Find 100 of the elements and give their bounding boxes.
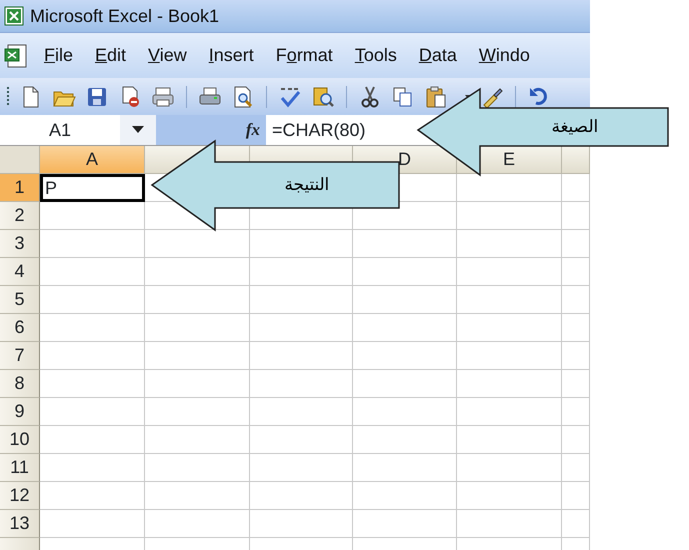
cell[interactable] — [457, 258, 562, 286]
row-header[interactable]: 8 — [0, 370, 40, 398]
row-header[interactable]: 7 — [0, 342, 40, 370]
cell[interactable] — [562, 370, 590, 398]
cell[interactable] — [562, 482, 590, 510]
cell[interactable] — [457, 510, 562, 538]
cell[interactable] — [250, 230, 353, 258]
cell[interactable] — [562, 342, 590, 370]
cell[interactable] — [40, 258, 145, 286]
row-header[interactable]: 9 — [0, 398, 40, 426]
cell[interactable] — [353, 314, 457, 342]
cell[interactable] — [353, 510, 457, 538]
cell[interactable] — [40, 370, 145, 398]
menu-item[interactable]: Data — [408, 42, 469, 69]
cell[interactable] — [562, 230, 590, 258]
cell[interactable] — [40, 286, 145, 314]
cell[interactable] — [145, 342, 250, 370]
cell[interactable] — [562, 398, 590, 426]
cell[interactable] — [40, 482, 145, 510]
cell[interactable] — [250, 314, 353, 342]
cell[interactable] — [353, 482, 457, 510]
cell[interactable] — [457, 370, 562, 398]
cell[interactable] — [457, 426, 562, 454]
select-all-button[interactable] — [0, 146, 40, 174]
book-search-icon[interactable] — [311, 84, 335, 108]
cell[interactable] — [145, 286, 250, 314]
cell[interactable] — [353, 286, 457, 314]
cell[interactable] — [145, 398, 250, 426]
cell[interactable] — [353, 398, 457, 426]
cell[interactable] — [250, 510, 353, 538]
cell[interactable] — [457, 482, 562, 510]
name-box[interactable]: A1 — [0, 115, 120, 145]
cell[interactable] — [145, 370, 250, 398]
cell[interactable] — [353, 342, 457, 370]
cell[interactable] — [562, 174, 590, 202]
row-header[interactable]: 13 — [0, 510, 40, 538]
cell[interactable] — [562, 202, 590, 230]
cell[interactable] — [40, 314, 145, 342]
cell[interactable] — [145, 510, 250, 538]
dropdown-icon[interactable] — [132, 126, 144, 134]
cell[interactable] — [457, 202, 562, 230]
row-header[interactable]: 6 — [0, 314, 40, 342]
cell[interactable] — [40, 342, 145, 370]
row-header[interactable]: 2 — [0, 202, 40, 230]
menu-item[interactable]: View — [138, 42, 199, 69]
cell[interactable] — [40, 426, 145, 454]
cell[interactable] — [562, 426, 590, 454]
cell[interactable] — [457, 342, 562, 370]
row-header[interactable]: 4 — [0, 258, 40, 286]
menu-item[interactable]: Tools — [344, 42, 409, 69]
cell[interactable] — [250, 398, 353, 426]
menu-item[interactable]: Insert — [198, 42, 266, 69]
cell[interactable] — [457, 398, 562, 426]
cell[interactable] — [353, 230, 457, 258]
cell[interactable] — [250, 426, 353, 454]
insert-function-button[interactable]: fx — [246, 117, 260, 143]
cell[interactable] — [250, 454, 353, 482]
row-header[interactable]: 3 — [0, 230, 40, 258]
formula-field[interactable]: =CHAR(80) — [266, 115, 366, 145]
printer-icon[interactable] — [151, 84, 175, 108]
cell[interactable] — [457, 286, 562, 314]
cell[interactable] — [145, 426, 250, 454]
row-header[interactable]: 10 — [0, 426, 40, 454]
row-header[interactable]: 5 — [0, 286, 40, 314]
cell[interactable] — [562, 510, 590, 538]
cell[interactable] — [40, 230, 145, 258]
cell[interactable] — [145, 482, 250, 510]
cell[interactable] — [457, 174, 562, 202]
cell[interactable] — [353, 454, 457, 482]
cell[interactable] — [250, 482, 353, 510]
cell[interactable] — [353, 370, 457, 398]
cell[interactable] — [457, 230, 562, 258]
cell[interactable] — [145, 258, 250, 286]
clipboard-icon[interactable] — [424, 84, 448, 108]
menu-item[interactable]: Edit — [85, 42, 138, 69]
cell[interactable] — [562, 314, 590, 342]
cell[interactable] — [250, 342, 353, 370]
cell[interactable] — [145, 454, 250, 482]
cell[interactable] — [250, 258, 353, 286]
cell[interactable] — [250, 370, 353, 398]
menu-item[interactable]: File — [34, 42, 86, 69]
cell[interactable] — [250, 286, 353, 314]
cell[interactable] — [145, 314, 250, 342]
cell[interactable] — [40, 398, 145, 426]
row-header[interactable]: 11 — [0, 454, 40, 482]
cell[interactable] — [353, 258, 457, 286]
cell[interactable] — [457, 314, 562, 342]
cell[interactable]: P — [40, 174, 145, 202]
cell[interactable] — [353, 426, 457, 454]
row-header[interactable]: 1 — [0, 174, 40, 202]
menu-item[interactable]: Format — [266, 42, 345, 69]
cell[interactable] — [457, 454, 562, 482]
menu-item[interactable]: Windo — [468, 42, 542, 69]
cell[interactable] — [145, 230, 250, 258]
row-header[interactable]: 12 — [0, 482, 40, 510]
cell[interactable] — [40, 454, 145, 482]
cell[interactable] — [562, 286, 590, 314]
cell[interactable] — [40, 510, 145, 538]
column-header[interactable]: A — [40, 146, 145, 174]
cell[interactable] — [562, 454, 590, 482]
